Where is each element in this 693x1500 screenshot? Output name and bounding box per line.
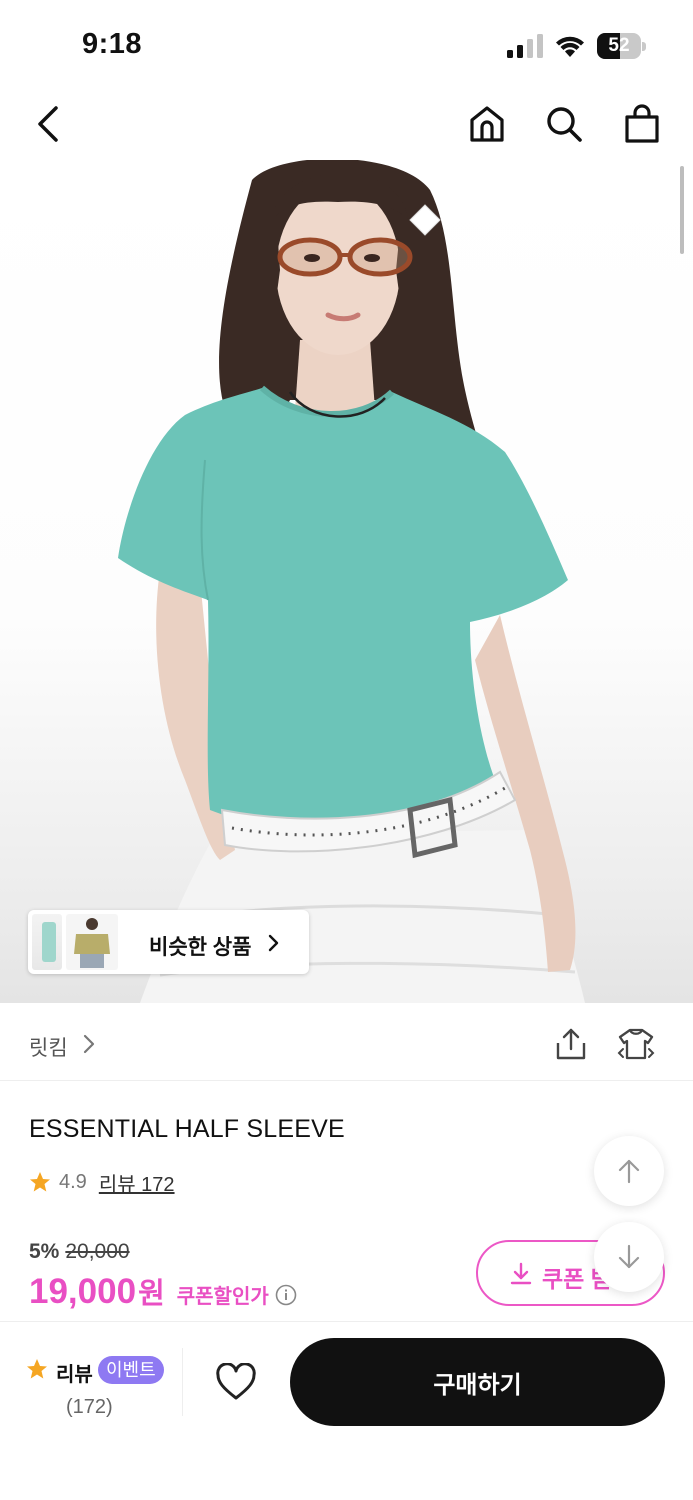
similar-product-thumbnail [32, 914, 62, 970]
shopping-bag-icon [625, 104, 659, 143]
share-icon [556, 1028, 586, 1060]
status-bar: 9:18 52 [0, 0, 693, 88]
similar-products-button[interactable]: 비슷한 상품 [28, 910, 309, 974]
brand-row: 릿킴 [0, 1003, 693, 1081]
battery-level: 52 [608, 35, 630, 56]
product-model-image [118, 160, 585, 1003]
review-link[interactable]: 리뷰 172 [99, 1168, 175, 1197]
similar-product-thumbnail [66, 914, 118, 970]
review-summary-button[interactable]: 리뷰 이벤트 (172) [26, 1354, 176, 1418]
heart-icon [216, 1363, 256, 1400]
coupon-price-label: 쿠폰할인가 [176, 1286, 269, 1308]
cellular-signal-icon [507, 34, 543, 58]
discount-rate: 5% [29, 1240, 60, 1263]
info-icon[interactable] [275, 1284, 297, 1306]
arrow-up-icon [618, 1159, 640, 1184]
review-label: 리뷰 [56, 1364, 93, 1386]
back-button[interactable] [26, 102, 70, 146]
original-price: 20,000 [65, 1240, 130, 1263]
review-count: (172) [66, 1396, 113, 1418]
sale-price: 19,000 [29, 1272, 137, 1311]
product-image-carousel[interactable] [0, 160, 693, 1003]
rating-value: 4.9 [59, 1170, 87, 1193]
chevron-left-icon [38, 106, 58, 142]
home-icon [470, 106, 504, 142]
cart-button[interactable] [620, 102, 664, 146]
discount-row: 5% 20,000 [29, 1240, 130, 1264]
similar-products-label: 비슷한 상품 [149, 936, 252, 959]
wifi-icon [556, 36, 584, 57]
search-icon [547, 107, 582, 142]
price-unit: 원 [138, 1278, 165, 1310]
home-button[interactable] [465, 102, 509, 146]
divider [182, 1348, 183, 1416]
rating-row: 4.9 리뷰 172 [29, 1168, 175, 1196]
status-time: 9:18 [82, 28, 143, 60]
price-row: 19,000 원 쿠폰할인가 [29, 1270, 297, 1312]
shirt-fitting-icon [617, 1028, 655, 1060]
buy-button[interactable]: 구매하기 [290, 1338, 665, 1426]
scroll-up-button[interactable] [594, 1136, 664, 1206]
chevron-right-icon [268, 934, 279, 952]
product-title: ESSENTIAL HALF SLEEVE [29, 1115, 345, 1143]
star-icon [27, 1359, 47, 1379]
image-scroll-indicator [680, 166, 684, 254]
battery-icon: 52 [597, 33, 647, 59]
arrow-down-icon [618, 1244, 640, 1269]
download-icon [510, 1262, 532, 1285]
scroll-down-button[interactable] [594, 1222, 664, 1292]
top-nav-bar [0, 88, 693, 160]
star-icon [30, 1172, 50, 1192]
search-button[interactable] [542, 102, 586, 146]
brand-link[interactable]: 릿킴 [29, 1032, 68, 1062]
event-badge: 이벤트 [98, 1356, 164, 1384]
fitting-button[interactable] [617, 1027, 655, 1061]
share-button[interactable] [554, 1027, 588, 1061]
chevron-right-icon [83, 1034, 95, 1054]
bottom-action-bar: 리뷰 이벤트 (172) 구매하기 [0, 1321, 693, 1500]
wishlist-button[interactable] [212, 1360, 260, 1404]
